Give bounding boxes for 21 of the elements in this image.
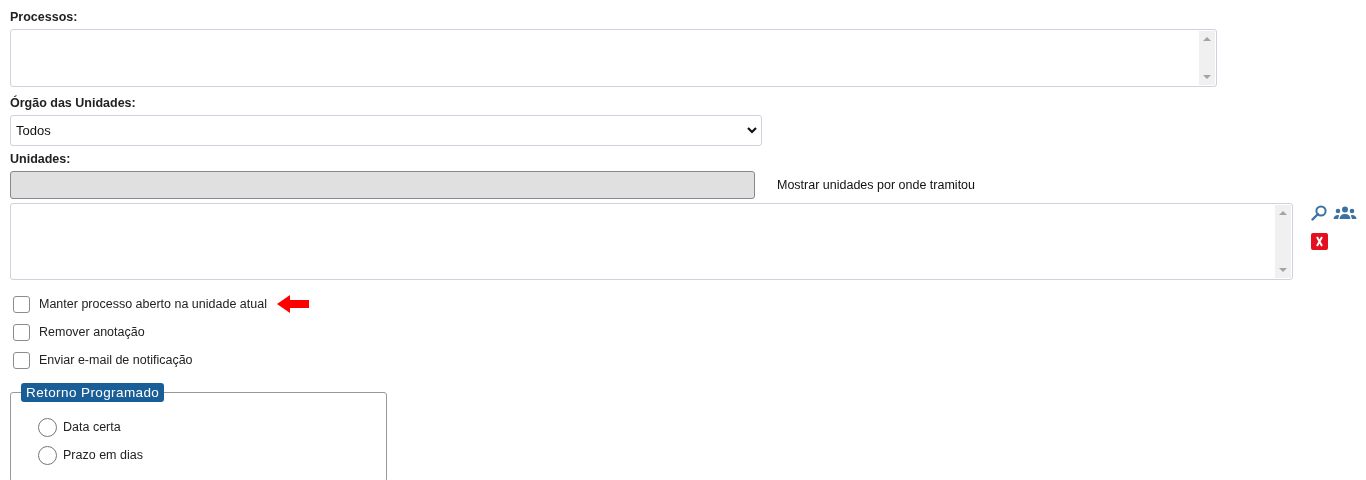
checkbox-label[interactable]: Remover anotação [39, 325, 145, 339]
radio-label[interactable]: Prazo em dias [63, 448, 143, 462]
checkbox[interactable] [13, 351, 30, 369]
remove-icon[interactable] [1311, 233, 1328, 250]
chevron-icon[interactable] [747, 127, 757, 134]
select-dropdown[interactable]: Todos [10, 115, 762, 146]
radio-button[interactable] [38, 445, 57, 465]
checkbox-label[interactable]: Enviar e-mail de notificação [39, 353, 193, 367]
field-label: Órgão das Unidades: [10, 96, 136, 110]
field-label: Unidades: [10, 152, 71, 166]
search-icon[interactable] [1311, 205, 1327, 221]
group-icon[interactable] [1333, 206, 1357, 220]
fieldset-legend: Retorno Programado [21, 383, 165, 402]
field-label: Processos: [10, 10, 78, 24]
checkbox-label[interactable]: Manter processo aberto na unidade atual [39, 297, 267, 311]
scrollbar[interactable] [1199, 31, 1215, 85]
radio-label[interactable]: Data certa [63, 420, 121, 434]
scrollbar[interactable] [1275, 205, 1291, 278]
checkbox[interactable] [13, 323, 30, 341]
checkbox[interactable] [13, 295, 30, 313]
radio-button[interactable] [38, 417, 57, 437]
